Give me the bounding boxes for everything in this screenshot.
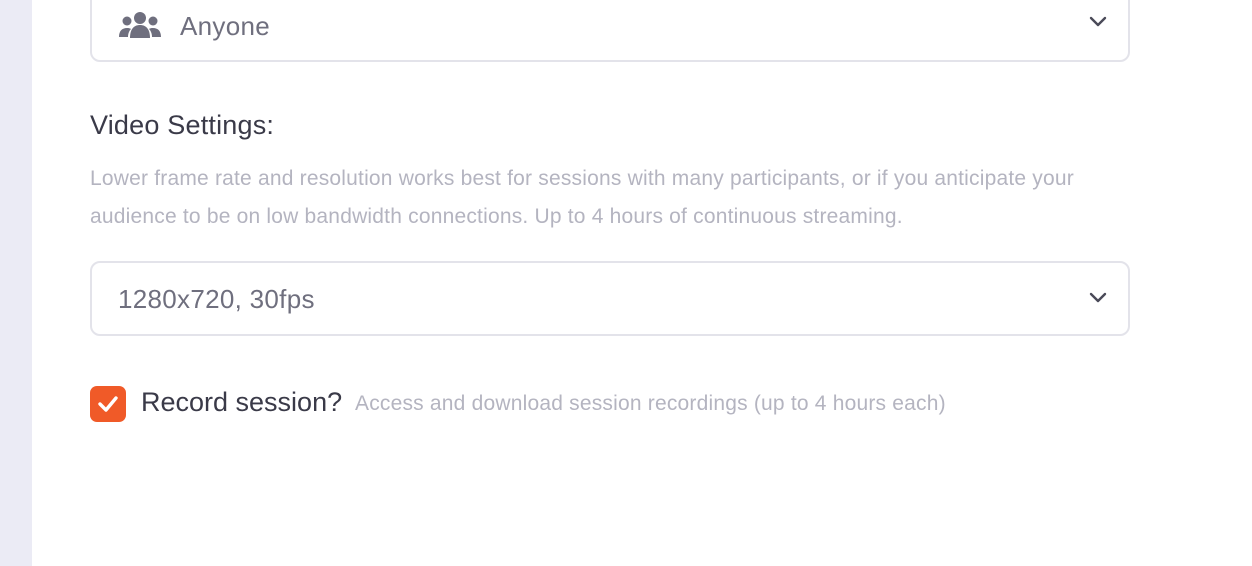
record-session-hint: Access and download session recordings (… [355,392,946,415]
record-session-row: Record session? Access and download sess… [90,386,1170,422]
users-icon [118,10,162,42]
video-settings-title: Video Settings: [90,110,275,140]
video-settings-select-value: 1280x720, 30fps [118,284,315,314]
chevron-down-icon [1088,15,1108,29]
checkmark-icon [98,396,118,412]
record-session-label[interactable]: Record session? [141,387,342,418]
audience-select[interactable]: Anyone [90,0,1130,62]
video-settings-description: Lower frame rate and resolution works be… [90,167,1074,228]
audience-select-value: Anyone [180,11,270,41]
left-rail [0,0,32,566]
video-settings-select[interactable]: 1280x720, 30fps [90,261,1130,336]
chevron-down-icon [1088,291,1108,305]
record-session-checkbox[interactable] [90,386,126,422]
settings-panel: Anyone Video Settings: Lower frame rate … [32,0,1252,566]
